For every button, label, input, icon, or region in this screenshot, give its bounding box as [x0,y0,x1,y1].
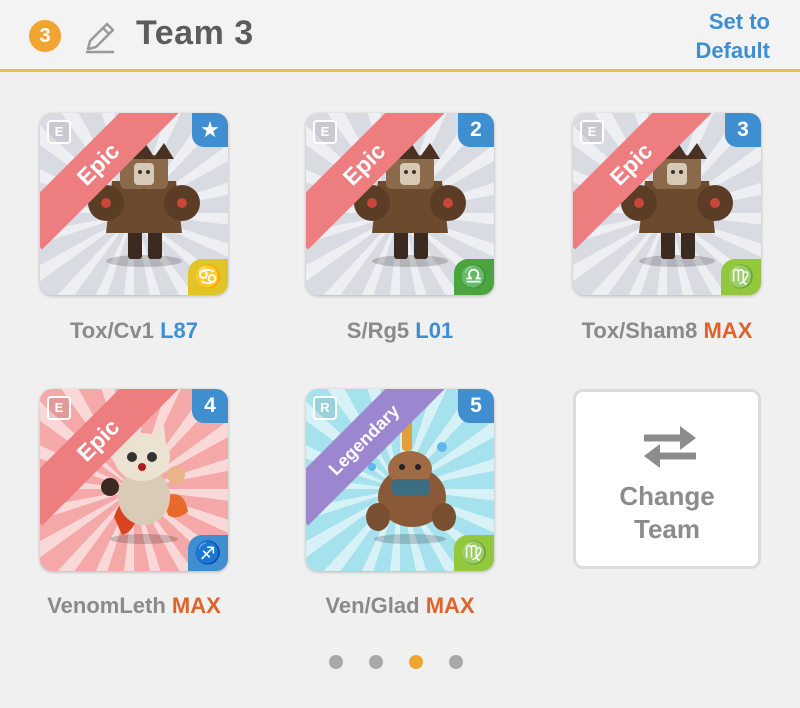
cancer-zodiac-icon: ♋ [188,259,228,295]
monster-card-2[interactable]: Epic E 2 ♎ [306,113,494,295]
monster-card-3[interactable]: Epic E 3 ♍ [573,113,761,295]
monster-card-5[interactable]: Legendary R 5 ♍ [306,389,494,571]
monster-level: L01 [415,318,454,343]
libra-zodiac-icon: ♎ [454,259,494,295]
header-bar: 3 Team 3 Set to Default [0,0,800,72]
sagittarius-zodiac-icon: ♐ [188,535,228,571]
monster-label-4: VenomLeth MAX [14,593,254,619]
monster-name: Tox/Cv1 [70,318,154,343]
type-badge-icon: E [47,120,71,144]
slot-number-badge: 5 [458,389,494,423]
monster-label-5: Ven/Glad MAX [280,593,520,619]
type-badge-icon: E [580,120,604,144]
change-team-button[interactable]: Change Team [573,389,761,569]
monster-name: Ven/Glad [325,593,420,618]
change-team-label-line1: Change [619,481,715,511]
change-team-label-line2: Team [634,514,700,544]
monster-label-3: Tox/Sham8 MAX [547,318,787,344]
monster-level: MAX [425,593,475,618]
pagination-dots [329,655,489,669]
change-team-label: Change Team [576,480,758,546]
virgo-zodiac-icon: ♍ [454,535,494,571]
type-badge-icon: E [313,120,337,144]
type-badge-icon: R [313,396,337,420]
page-dot-1[interactable] [329,655,343,669]
monster-level: MAX [171,593,221,618]
monster-label-2: S/Rg5 L01 [280,318,520,344]
slot-number-badge: 4 [192,389,228,423]
slot-number-badge: 2 [458,113,494,147]
page-dot-2[interactable] [369,655,383,669]
slot-number-badge: 3 [725,113,761,147]
team-number-badge: 3 [29,20,61,52]
leader-star-icon: ★ [192,113,228,147]
monster-name: S/Rg5 [346,318,410,343]
type-badge-icon: E [47,396,71,420]
page-dot-4[interactable] [449,655,463,669]
monster-name: Tox/Sham8 [581,318,698,343]
set-to-default-button[interactable]: Set to Default [650,7,770,65]
page-dot-3-active[interactable] [409,655,423,669]
monster-card-1[interactable]: Epic E ★ ♋ [40,113,228,295]
edit-pencil-icon[interactable] [82,19,118,55]
monster-name: VenomLeth [47,593,166,618]
virgo-zodiac-icon: ♍ [721,259,761,295]
monster-level: L87 [160,318,198,343]
swap-arrows-icon [644,426,696,468]
monster-card-4[interactable]: Epic E 4 ♐ [40,389,228,571]
monster-level: MAX [703,318,753,343]
team-title[interactable]: Team 3 [136,14,254,53]
monster-label-1: Tox/Cv1 L87 [14,318,254,344]
